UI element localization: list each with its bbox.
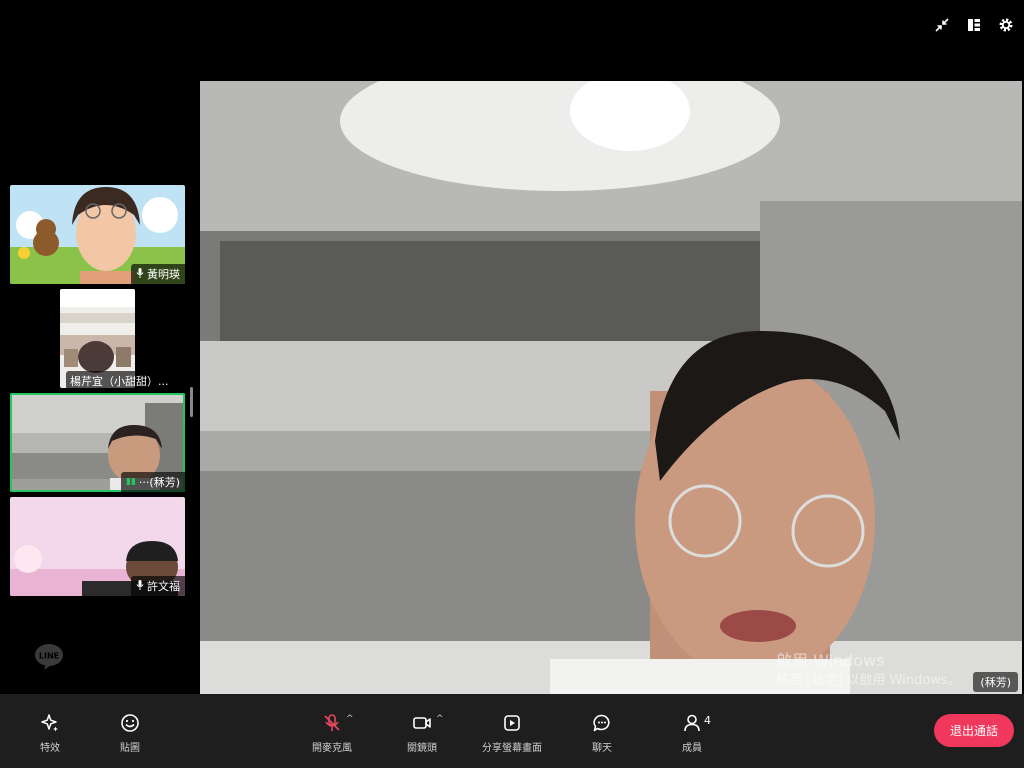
sparkle-icon: [40, 712, 60, 734]
participant-name: ···(秝芳): [138, 476, 180, 489]
control-bar: 特效 貼圖 ^ 開麥克風 ^ 關鏡頭 分享螢幕畫面 聊天 4 成員: [0, 694, 1024, 768]
scrollbar[interactable]: [190, 387, 193, 417]
mic-label: 開麥克風: [312, 743, 352, 754]
participant-tile[interactable]: 黃明瑛: [10, 185, 185, 284]
leave-call-button[interactable]: 退出通話: [934, 714, 1014, 747]
participant-tile[interactable]: 許文福: [10, 497, 185, 596]
participant-name: 黃明瑛: [147, 268, 180, 281]
mic-off-icon: ^: [322, 712, 354, 734]
camera-button[interactable]: ^ 關鏡頭: [382, 712, 462, 754]
watermark-line2: 移至 [設定] 以啟用 Windows。: [776, 673, 961, 688]
top-bar: [0, 0, 1024, 50]
members-button[interactable]: 4 成員: [652, 712, 732, 754]
main-participant-name: (秝芳): [973, 672, 1018, 692]
camera-icon: ^: [412, 712, 444, 734]
chat-label: 聊天: [592, 743, 612, 754]
camera-options-chevron-icon[interactable]: ^: [436, 714, 444, 724]
participant-name-tag: ▮▮ ···(秝芳): [121, 472, 185, 492]
participant-name: 楊芹宜（小甜甜）...: [70, 375, 169, 388]
share-screen-button[interactable]: 分享螢幕畫面: [472, 712, 552, 754]
smile-icon: [120, 712, 140, 734]
mic-icon: [136, 267, 144, 281]
effects-label: 特效: [40, 743, 60, 754]
layout-icon[interactable]: [965, 16, 983, 34]
line-logo: LINE: [34, 643, 64, 671]
share-screen-label: 分享螢幕畫面: [482, 743, 542, 754]
stickers-label: 貼圖: [120, 743, 140, 754]
participant-name-tag: 楊芹宜（小甜甜）...: [66, 371, 173, 391]
watermark-line1: 啟用 Windows: [776, 651, 885, 670]
windows-activation-watermark: 啟用 Windows 移至 [設定] 以啟用 Windows。: [776, 651, 961, 691]
participant-name-tag: 黃明瑛: [131, 264, 185, 284]
settings-icon[interactable]: [997, 16, 1015, 34]
line-logo-text: LINE: [39, 652, 59, 661]
share-screen-icon: [502, 712, 522, 734]
main-video[interactable]: 啟用 Windows 移至 [設定] 以啟用 Windows。 (秝芳): [200, 81, 1022, 694]
member-count: 4: [704, 714, 711, 727]
person-icon: 4: [682, 712, 711, 734]
members-label: 成員: [682, 743, 702, 754]
participant-name-tag: 許文福: [131, 576, 185, 596]
participant-name: 許文福: [147, 580, 180, 593]
participant-list: 黃明瑛 楊芹宜（小甜甜）... ▮▮ ···(秝芳) 許文福: [0, 60, 199, 694]
chat-button[interactable]: 聊天: [562, 712, 642, 754]
participant-tile-active[interactable]: ▮▮ ···(秝芳): [10, 393, 185, 492]
mic-icon: [136, 579, 144, 593]
main-video-feed: [200, 81, 1022, 694]
chat-bubble-icon: [592, 712, 612, 734]
stickers-button[interactable]: 貼圖: [90, 712, 170, 754]
effects-button[interactable]: 特效: [10, 712, 90, 754]
minimize-icon[interactable]: [933, 16, 951, 34]
speaking-indicator-icon: ▮▮: [126, 477, 136, 487]
mic-button[interactable]: ^ 開麥克風: [292, 712, 372, 754]
mic-options-chevron-icon[interactable]: ^: [346, 714, 354, 724]
camera-label: 關鏡頭: [407, 743, 437, 754]
